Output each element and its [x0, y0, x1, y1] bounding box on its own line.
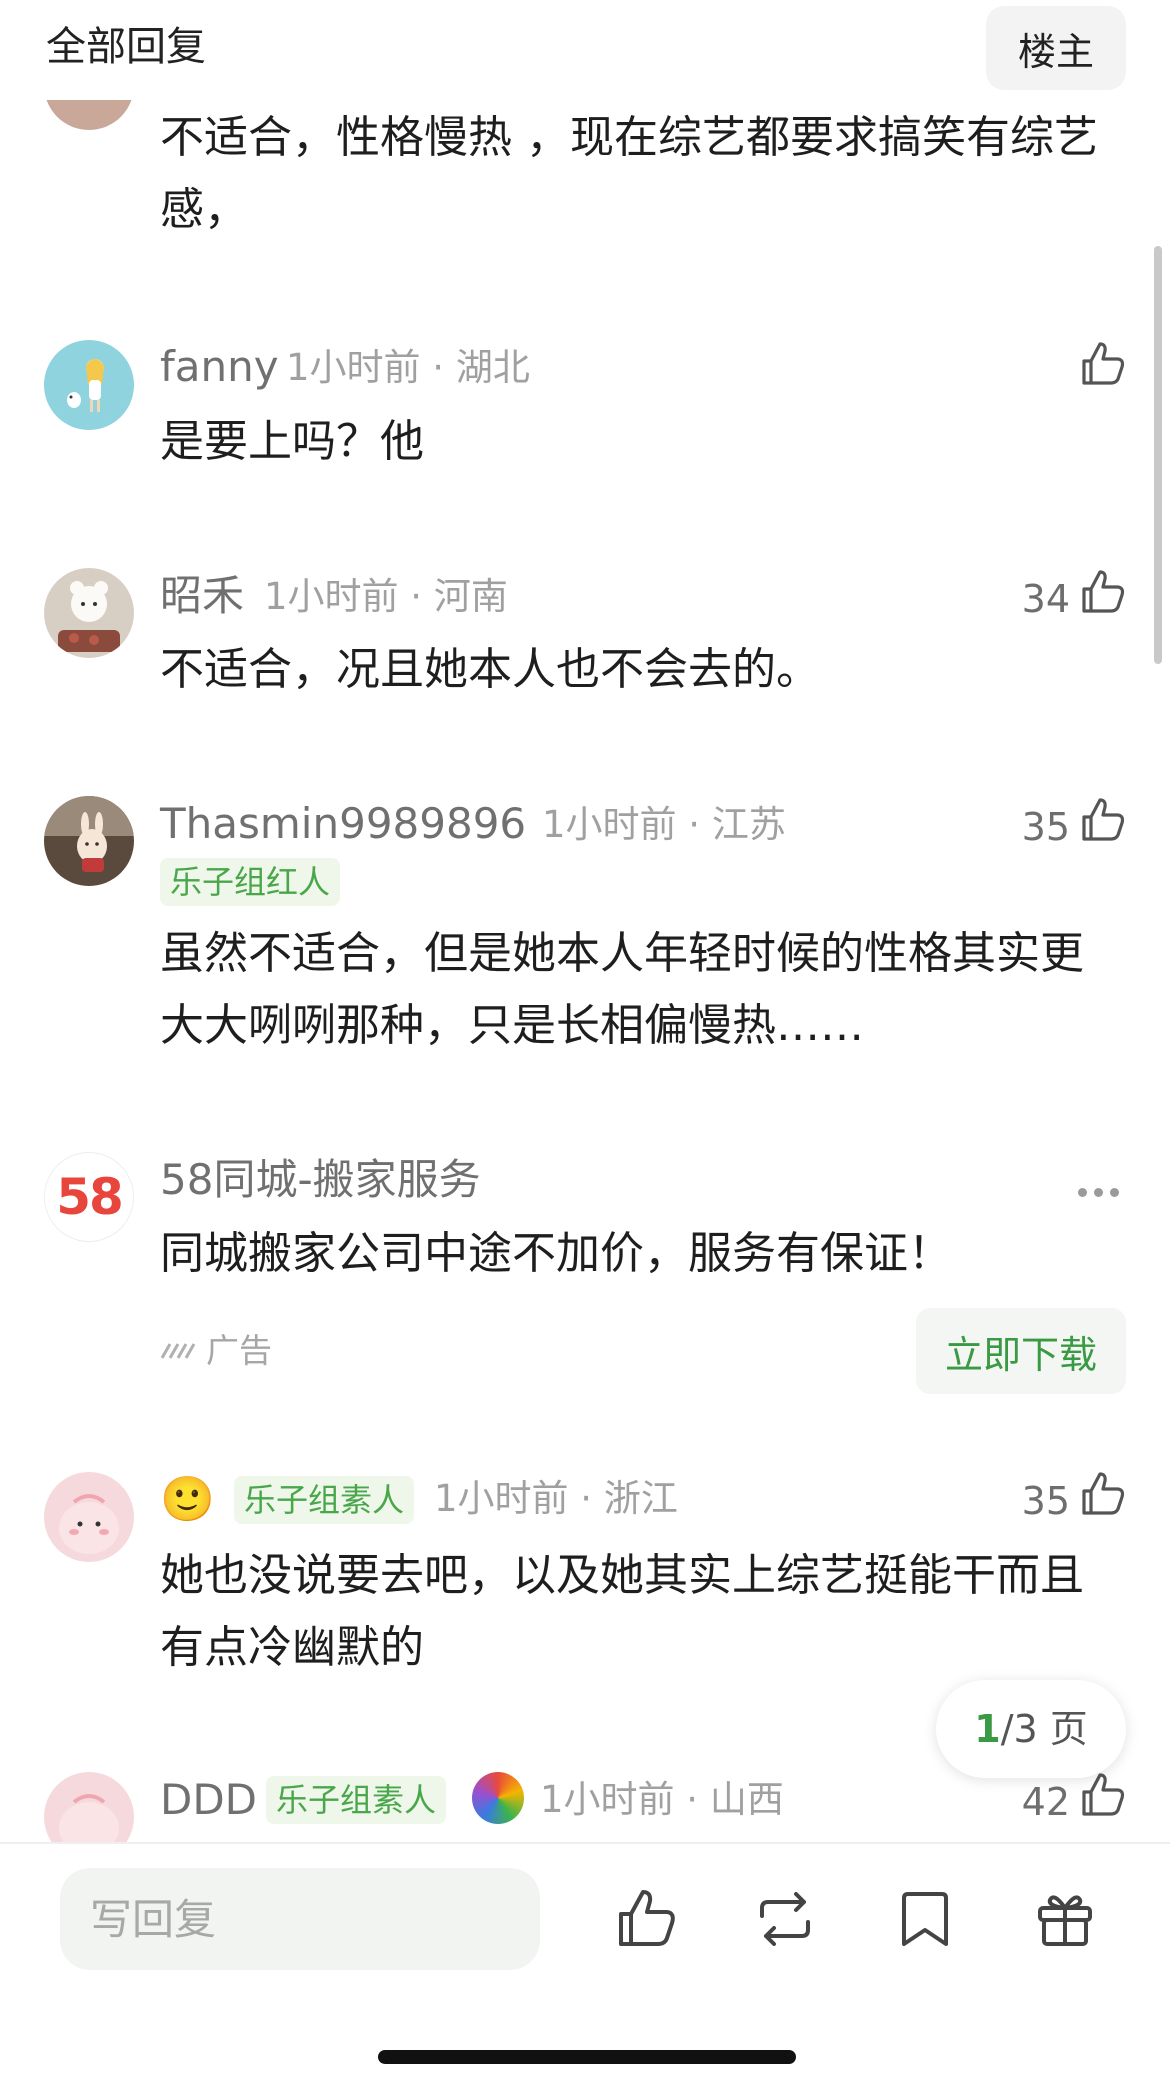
- op-only-button[interactable]: 楼主: [986, 6, 1126, 90]
- like-icon[interactable]: [614, 1886, 680, 1952]
- avatar[interactable]: [44, 340, 134, 430]
- emoji-nickname[interactable]: 🙂: [160, 1472, 215, 1528]
- comment-text: 是要上吗？他: [160, 416, 424, 467]
- username[interactable]: Thasmin9989896: [160, 799, 526, 849]
- gift-icon[interactable]: [1032, 1886, 1098, 1952]
- ad-logo[interactable]: 58: [44, 1152, 134, 1242]
- comment-meta: 1小时前 · 山西: [540, 1778, 784, 1821]
- avatar[interactable]: [44, 568, 134, 658]
- ad-logo-text: 58: [56, 1168, 124, 1226]
- comment-meta: 1小时前 · 河南: [264, 575, 508, 618]
- page-current: 1: [974, 1707, 1001, 1751]
- username[interactable]: 昭禾: [160, 571, 244, 621]
- like-icon[interactable]: [1078, 1469, 1128, 1519]
- page-total: /3 页: [1000, 1707, 1088, 1751]
- ad-mark-icon: [160, 1343, 196, 1359]
- comment-meta: 1小时前 · 湖北: [286, 346, 530, 389]
- avatar[interactable]: [44, 796, 134, 886]
- page-indicator[interactable]: 1/3 页: [936, 1680, 1126, 1778]
- bookmark-icon[interactable]: [892, 1886, 958, 1952]
- fan-badge[interactable]: 乐子组红人: [160, 858, 341, 906]
- ad-label: 广告: [206, 1331, 272, 1370]
- ad-text: 同城搬家公司中途不加价，服务有保证！: [160, 1228, 952, 1279]
- like-count: 35: [1021, 805, 1070, 849]
- avatar[interactable]: [44, 1472, 134, 1562]
- comment-text: 虽然不适合，但是她本人年轻时候的性格其实更大大咧咧那种，只是长相偏慢热……: [160, 928, 1084, 1051]
- ad-name[interactable]: 58同城-搬家服务: [160, 1155, 481, 1205]
- like-count: 35: [1021, 1479, 1070, 1523]
- home-indicator: [378, 2050, 796, 2064]
- username[interactable]: fanny: [160, 342, 279, 392]
- comment-text: 她也没说要去吧，以及她其实上综艺挺能干而且有点冷幽默的: [160, 1550, 1084, 1673]
- scrollbar[interactable]: [1154, 246, 1162, 664]
- more-icon[interactable]: [1078, 1182, 1126, 1201]
- reply-input[interactable]: [60, 1868, 540, 1970]
- medal-icon[interactable]: [472, 1772, 524, 1824]
- comment-text: 不适合，性格慢热 ，现在综艺都要求搞笑有综艺感，: [160, 112, 1098, 235]
- page-title: 全部回复: [46, 24, 206, 70]
- download-button[interactable]: 立即下载: [916, 1308, 1126, 1394]
- fan-badge[interactable]: 乐子组素人: [234, 1476, 415, 1524]
- like-count: 34: [1021, 577, 1070, 621]
- header: 全部回复 楼主: [0, 0, 1170, 100]
- comment-meta: 1小时前 · 江苏: [542, 803, 786, 846]
- like-icon[interactable]: [1078, 1770, 1128, 1820]
- comment-text: 不适合，况且她本人也不会去的。: [160, 644, 820, 695]
- like-icon[interactable]: [1078, 795, 1128, 845]
- comment-feed[interactable]: 不适合，性格慢热 ，现在综艺都要求搞笑有综艺感， fanny 1小时前 · 湖北…: [0, 0, 1170, 1842]
- fan-badge[interactable]: 乐子组素人: [266, 1776, 447, 1824]
- like-count: 42: [1021, 1780, 1070, 1824]
- comment-meta: 1小时前 · 浙江: [434, 1477, 678, 1520]
- like-icon[interactable]: [1078, 567, 1128, 617]
- username[interactable]: DDD: [160, 1775, 257, 1825]
- avatar[interactable]: [44, 1772, 134, 1842]
- like-icon[interactable]: [1078, 339, 1128, 389]
- repost-icon[interactable]: [752, 1886, 818, 1952]
